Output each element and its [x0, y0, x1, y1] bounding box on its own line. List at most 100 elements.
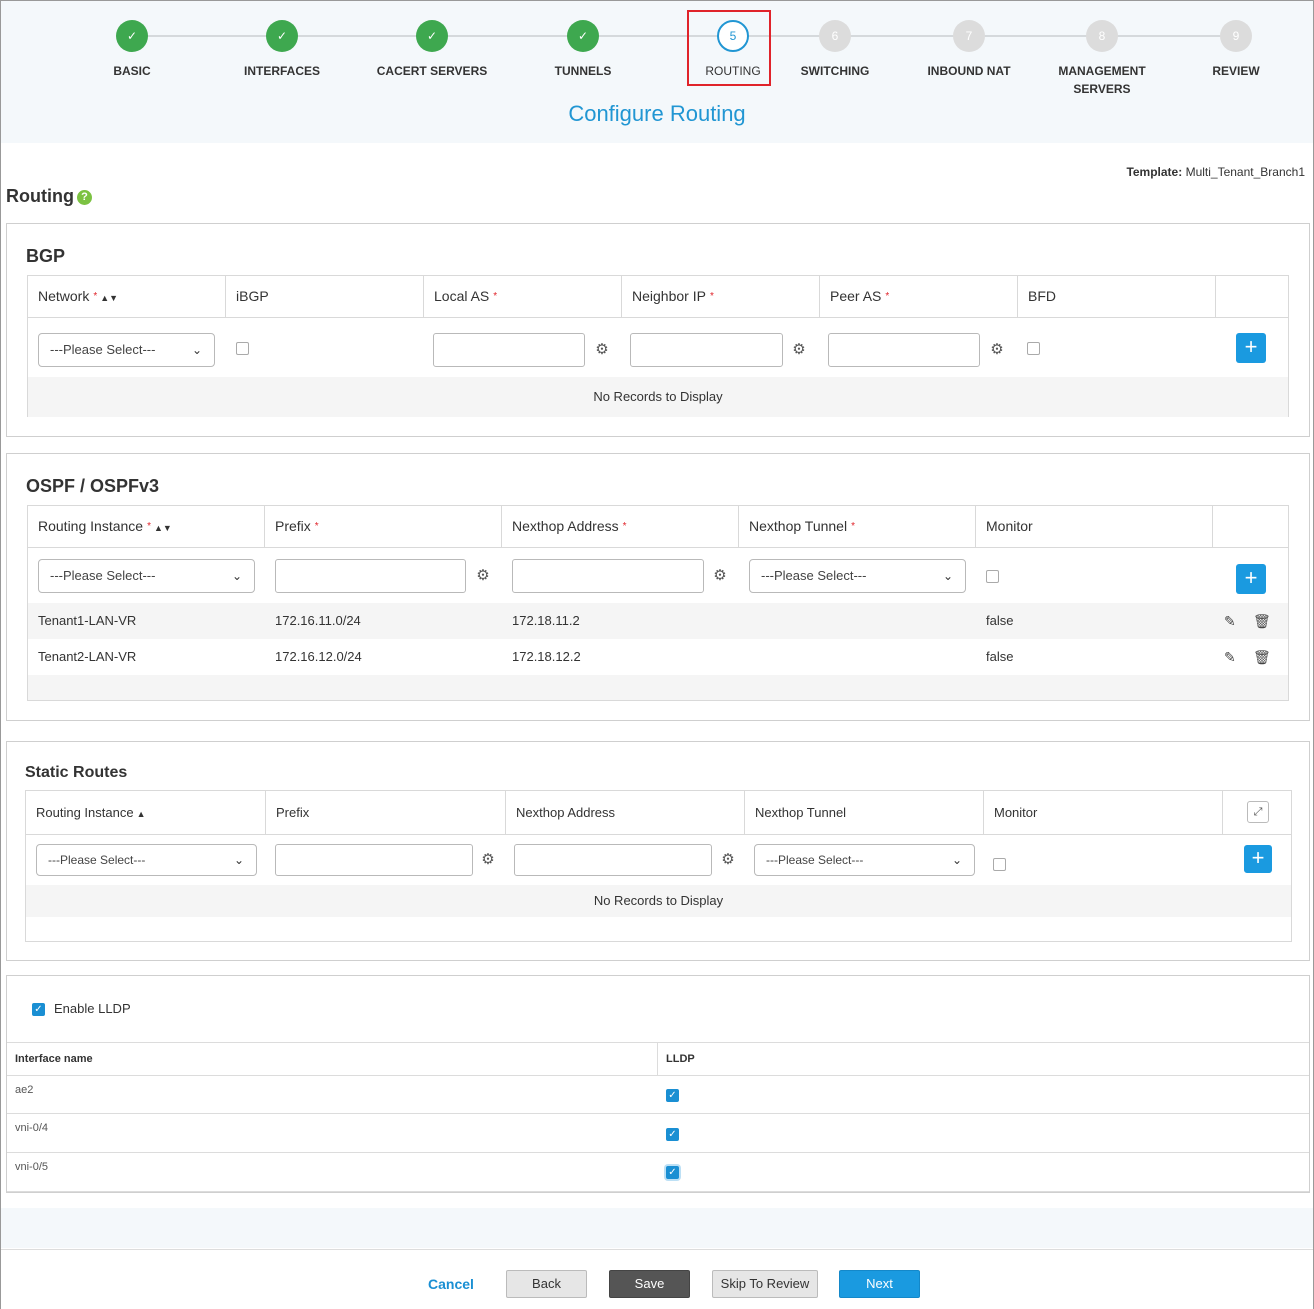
gear-icon[interactable]: ⚙ [475, 568, 491, 584]
wizard-step-switching[interactable]: 6 SWITCHING [775, 20, 895, 80]
wizard-step-review[interactable]: 9 REVIEW [1176, 20, 1296, 80]
ospf-prefix-input[interactable] [275, 559, 466, 593]
ospf-col-monitor: Monitor [976, 506, 1213, 547]
lldp-interface-name: vni-0/4 [15, 1122, 49, 1134]
enable-lldp-checkbox[interactable]: ✓ [32, 1003, 45, 1016]
lldp-interface-name: ae2 [15, 1084, 34, 1096]
ospf-add-button[interactable]: + [1236, 564, 1266, 594]
table-row: vni-0/4 ✓ [7, 1113, 1309, 1152]
bgp-col-network[interactable]: Network * ▲▼ [28, 276, 226, 317]
wizard-step-label: TUNNELS [554, 64, 612, 78]
static-prefix-input[interactable] [275, 844, 473, 876]
row-instance: Tenant1-LAN-VR [38, 613, 137, 628]
step-number: 6 [819, 20, 851, 52]
bgp-empty-message: No Records to Display [28, 377, 1288, 417]
trash-icon[interactable]: 🗑 [1253, 603, 1271, 639]
chevron-down-icon: ⌄ [191, 343, 202, 357]
step-number: 9 [1220, 20, 1252, 52]
bgp-ibgp-checkbox[interactable] [236, 342, 249, 355]
wizard-step-tunnels[interactable]: ✓ TUNNELS [523, 20, 643, 80]
ospf-col-prefix: Prefix * [265, 506, 502, 547]
sort-icon[interactable]: ▲ [137, 809, 146, 819]
row-prefix: 172.16.11.0/24 [275, 613, 361, 628]
expand-icon[interactable]: ⤢ [1247, 801, 1269, 823]
chevron-down-icon: ⌄ [942, 569, 953, 583]
footer-band [1, 1208, 1313, 1248]
static-routing-instance-select[interactable]: ---Please Select--- ⌄ [36, 844, 257, 876]
footer: Cancel Back Save Skip To Review Next [1, 1249, 1313, 1309]
ospf-nexthop-tunnel-select[interactable]: ---Please Select--- ⌄ [749, 559, 966, 593]
wizard-step-label: SWITCHING [800, 64, 870, 78]
gear-icon[interactable]: ⚙ [791, 342, 807, 358]
gear-icon[interactable]: ⚙ [720, 852, 736, 868]
current-step-highlight [687, 10, 771, 86]
ospf-monitor-checkbox[interactable] [986, 570, 999, 583]
bgp-neighbor-ip-input[interactable] [630, 333, 783, 367]
wizard-header: ✓ BASIC ✓ INTERFACES ✓ CACERT SERVERS ✓ … [1, 1, 1313, 143]
static-col-nexthop-tunnel: Nexthop Tunnel [745, 791, 984, 834]
template-info: Template: Multi_Tenant_Branch1 [1126, 165, 1305, 179]
edit-icon[interactable]: ✎ [1224, 603, 1236, 639]
wizard-step-label: MANAGEMENT SERVERS [1058, 64, 1146, 96]
cancel-button[interactable]: Cancel [420, 1271, 482, 1299]
sort-icon[interactable]: ▲▼ [154, 523, 172, 533]
sort-icon[interactable]: ▲▼ [100, 293, 118, 303]
table-row: Tenant1-LAN-VR 172.16.11.0/24 172.18.11.… [28, 603, 1288, 639]
help-icon[interactable]: ? [76, 189, 92, 205]
lldp-row-checkbox[interactable]: ✓ [666, 1166, 679, 1179]
row-monitor: false [986, 613, 1014, 628]
wizard-step-inbound-nat[interactable]: 7 INBOUND NAT [909, 20, 1029, 80]
static-nexthop-address-input[interactable] [514, 844, 712, 876]
static-col-routing-instance[interactable]: Routing Instance ▲ [26, 791, 266, 834]
next-button[interactable]: Next [839, 1270, 920, 1298]
wizard-step-label: REVIEW [1212, 64, 1260, 78]
static-monitor-checkbox[interactable] [993, 858, 1006, 871]
trash-icon[interactable]: 🗑 [1253, 639, 1271, 675]
wizard-step-label: INBOUND NAT [927, 64, 1011, 78]
routing-title: Routing [6, 186, 74, 206]
row-nexthop: 172.18.12.2 [512, 649, 581, 664]
static-routes-title: Static Routes [25, 764, 128, 781]
check-icon: ✓ [266, 20, 298, 52]
bgp-col-local-as: Local AS * [424, 276, 622, 317]
static-col-nexthop-address: Nexthop Address [506, 791, 745, 834]
wizard-step-cacert-servers[interactable]: ✓ CACERT SERVERS [372, 20, 492, 80]
wizard-step-basic[interactable]: ✓ BASIC [72, 20, 192, 80]
ospf-col-nexthop-tunnel: Nexthop Tunnel * [739, 506, 976, 547]
edit-icon[interactable]: ✎ [1224, 639, 1236, 675]
wizard-step-label: INTERFACES [243, 64, 320, 78]
row-nexthop: 172.18.11.2 [512, 613, 580, 628]
lldp-row-checkbox[interactable]: ✓ [666, 1128, 679, 1141]
lldp-panel: ✓ Enable LLDP Interface name LLDP ae2 ✓ … [6, 975, 1310, 1193]
ospf-col-routing-instance[interactable]: Routing Instance * ▲▼ [28, 506, 265, 547]
bgp-peer-as-input[interactable] [828, 333, 980, 367]
template-value: Multi_Tenant_Branch1 [1185, 165, 1305, 179]
bgp-local-as-input[interactable] [433, 333, 585, 367]
static-header-row: Routing Instance ▲ Prefix Nexthop Address… [26, 791, 1291, 835]
wizard-step-label: BASIC [113, 64, 151, 78]
chevron-down-icon: ⌄ [233, 853, 244, 867]
ospf-header-row: Routing Instance * ▲▼ Prefix * Nexthop Addr… [28, 506, 1288, 548]
static-nexthop-tunnel-select[interactable]: ---Please Select--- ⌄ [754, 844, 975, 876]
gear-icon[interactable]: ⚙ [594, 342, 610, 358]
wizard-step-interfaces[interactable]: ✓ INTERFACES [222, 20, 342, 80]
gear-icon[interactable]: ⚙ [480, 852, 496, 868]
bgp-network-select[interactable]: ---Please Select--- ⌄ [38, 333, 215, 367]
lldp-col-interface: Interface name [15, 1053, 93, 1065]
bgp-col-peer-as: Peer AS * [820, 276, 1018, 317]
bgp-add-button[interactable]: + [1236, 333, 1266, 363]
lldp-row-checkbox[interactable]: ✓ [666, 1089, 679, 1102]
gear-icon[interactable]: ⚙ [712, 568, 728, 584]
ospf-routing-instance-select[interactable]: ---Please Select--- ⌄ [38, 559, 255, 593]
save-button[interactable]: Save [609, 1270, 690, 1298]
wizard-step-management-servers[interactable]: 8 MANAGEMENT SERVERS [1042, 20, 1162, 98]
ospf-nexthop-address-input[interactable] [512, 559, 704, 593]
skip-to-review-button[interactable]: Skip To Review [712, 1270, 818, 1298]
gear-icon[interactable]: ⚙ [989, 342, 1005, 358]
static-empty-message: No Records to Display [26, 885, 1291, 917]
static-add-button[interactable]: + [1244, 845, 1272, 873]
bgp-title: BGP [26, 246, 66, 266]
bgp-bfd-checkbox[interactable] [1027, 342, 1040, 355]
back-button[interactable]: Back [506, 1270, 587, 1298]
lldp-interface-name: vni-0/5 [15, 1161, 49, 1173]
